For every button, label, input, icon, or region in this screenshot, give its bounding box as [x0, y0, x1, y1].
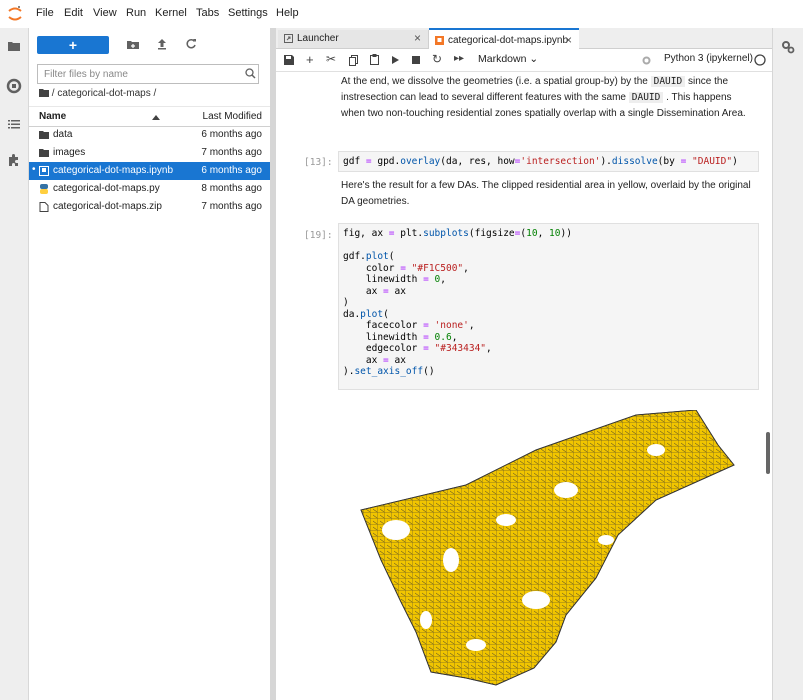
menu-tabs[interactable]: Tabs [196, 7, 219, 19]
markdown-cell[interactable]: At the end, we dissolve the geometries (… [341, 74, 751, 122]
fast-forward-icon[interactable]: ▸▸ [454, 53, 464, 64]
menu-view[interactable]: View [93, 7, 117, 19]
file-row-notebook[interactable]: • categorical-dot-maps.ipynb 6 months ag… [29, 162, 270, 180]
copy-icon[interactable] [349, 55, 358, 66]
menu-bar: File Edit View Run Kernel Tabs Settings … [0, 0, 803, 29]
chevron-down-icon[interactable]: ⌄ [529, 53, 538, 65]
filter-files-input[interactable] [37, 64, 259, 84]
cell-type-value[interactable]: Markdown [478, 53, 526, 65]
tab-launcher[interactable]: Launcher × [278, 30, 429, 48]
file-name: categorical-dot-maps.py [53, 183, 160, 194]
upload-icon[interactable] [157, 38, 167, 50]
gear-icon [642, 56, 651, 65]
menu-run[interactable]: Run [126, 7, 146, 19]
launcher-icon [284, 34, 293, 43]
restart-icon[interactable]: ↻ [432, 52, 442, 66]
markdown-cell[interactable]: Here's the result for a few DAs. The cli… [341, 178, 751, 210]
new-launcher-button[interactable]: + [37, 36, 109, 54]
notebook-icon [39, 166, 49, 176]
tab-notebook[interactable]: categorical-dot-maps.ipynb × [429, 28, 579, 51]
notebook-toolbar: + ✂ ↻ ▸▸ Markdown ⌄ Python 3 (ipykernel) [276, 49, 772, 72]
folder-icon [39, 131, 49, 139]
code-cell[interactable]: fig, ax = plt.subplots(figsize=(10, 10))… [338, 223, 759, 390]
right-sidebar [772, 28, 803, 700]
breadcrumb-path[interactable]: / categorical-dot-maps / [52, 88, 157, 99]
paste-icon[interactable] [370, 54, 379, 65]
column-name-header[interactable]: Name [39, 111, 66, 122]
file-name: data [53, 129, 73, 140]
refresh-icon[interactable] [185, 38, 197, 50]
file-row-python[interactable]: categorical-dot-maps.py 8 months ago [29, 180, 270, 198]
toronto-map-output-image [360, 410, 735, 686]
file-list-header: Name Last Modified [29, 106, 270, 127]
cell-type-select[interactable]: Markdown ⌄ [478, 53, 538, 65]
close-icon[interactable]: × [414, 31, 421, 45]
file-name: categorical-dot-maps.zip [53, 201, 162, 212]
kernel-status-icon [754, 54, 766, 66]
kernel-name[interactable]: Python 3 (ipykernel) [664, 53, 753, 64]
menu-help[interactable]: Help [276, 7, 299, 19]
tab-bar: Launcher × categorical-dot-maps.ipynb × [276, 28, 772, 51]
file-modified: 7 months ago [201, 201, 262, 212]
file-row-images[interactable]: images 7 months ago [29, 144, 270, 162]
jupyter-logo-icon [8, 6, 22, 21]
python-icon [40, 184, 48, 194]
folder-icon[interactable] [39, 89, 49, 97]
md-text: At the end, we dissolve the geometries (… [341, 76, 651, 87]
file-name: categorical-dot-maps.ipynb [53, 165, 174, 176]
file-name: images [53, 147, 86, 158]
file-row-data[interactable]: data 6 months ago [29, 126, 270, 144]
code-cell[interactable]: gdf = gpd.overlay(da, res, how='intersec… [338, 151, 759, 172]
property-inspector-icon[interactable] [781, 40, 795, 54]
folder-icon [39, 149, 49, 157]
running-icon[interactable] [6, 78, 22, 94]
sort-ascending-icon[interactable] [152, 115, 160, 120]
scrollbar-thumb[interactable] [766, 432, 770, 474]
inline-code: DAUID [628, 92, 664, 103]
file-row-zip[interactable]: categorical-dot-maps.zip 7 months ago [29, 198, 270, 216]
menu-file[interactable]: File [36, 7, 54, 19]
breadcrumb[interactable]: / categorical-dot-maps / [39, 88, 156, 99]
cell-prompt: [13]: [304, 157, 333, 168]
column-modified-header[interactable]: Last Modified [203, 111, 262, 122]
extension-icon[interactable] [6, 152, 22, 168]
file-modified: 7 months ago [201, 147, 262, 158]
table-of-contents-icon[interactable] [6, 116, 22, 132]
cut-icon[interactable]: ✂ [326, 52, 336, 66]
folder-icon[interactable] [6, 38, 22, 54]
menu-edit[interactable]: Edit [64, 7, 83, 19]
menu-kernel[interactable]: Kernel [155, 7, 187, 19]
tab-label: categorical-dot-maps.ipynb [448, 35, 569, 46]
menu-settings[interactable]: Settings [228, 7, 268, 19]
stop-icon[interactable] [412, 56, 420, 64]
tab-label: Launcher [297, 33, 339, 44]
file-browser: + / categorical-dot-maps / Name Last Mod… [29, 28, 270, 700]
md-text: Here's the result for a few DAs. The cli… [341, 180, 751, 207]
file-modified: 6 months ago [201, 165, 262, 176]
close-icon[interactable]: × [565, 33, 572, 47]
save-icon[interactable] [284, 55, 294, 65]
notebook-icon [435, 36, 444, 45]
run-icon[interactable] [392, 56, 399, 64]
insert-cell-icon[interactable]: + [306, 52, 314, 67]
search-icon [245, 68, 256, 79]
inline-code: DAUID [650, 76, 686, 87]
file-icon [39, 202, 49, 212]
running-dot-icon: • [32, 164, 36, 175]
file-modified: 6 months ago [201, 129, 262, 140]
cell-prompt: [19]: [304, 230, 333, 241]
notebook-content[interactable]: At the end, we dissolve the geometries (… [276, 72, 772, 700]
new-folder-icon[interactable] [127, 39, 139, 50]
file-modified: 8 months ago [201, 183, 262, 194]
activity-bar [0, 28, 29, 700]
